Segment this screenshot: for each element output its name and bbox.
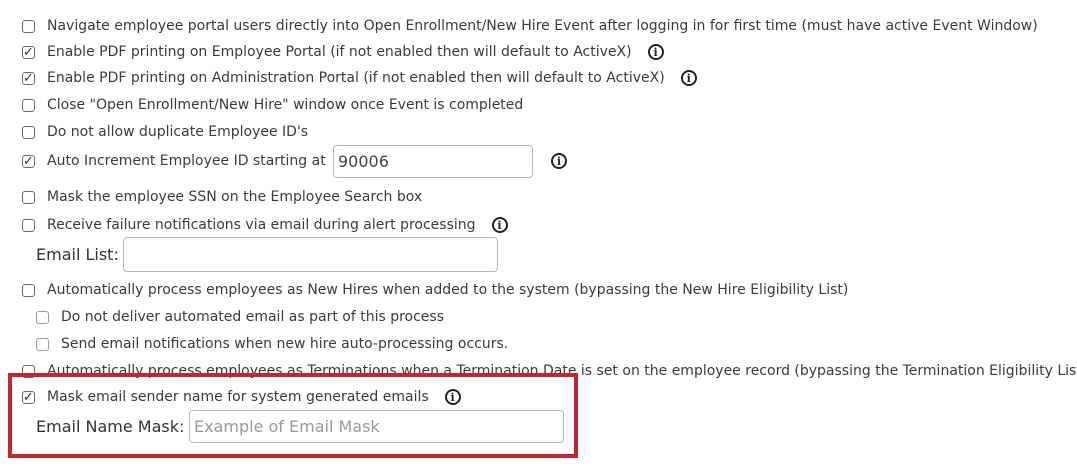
option-label: Navigate employee portal users directly … — [47, 18, 1038, 34]
option-pdf-employee-portal[interactable]: ✓ Enable PDF printing on Employee Portal… — [22, 42, 664, 62]
option-auto-increment-id[interactable]: ✓ Auto Increment Employee ID starting at — [22, 151, 326, 171]
info-icon[interactable]: i — [647, 44, 664, 60]
email-list-input[interactable] — [123, 237, 498, 272]
option-no-duplicate-id[interactable]: Do not allow duplicate Employee ID's — [22, 122, 308, 142]
checkbox[interactable] — [22, 19, 35, 33]
option-mask-email-sender[interactable]: ✓ Mask email sender name for system gene… — [22, 387, 461, 407]
option-failure-notifications[interactable]: Receive failure notifications via email … — [22, 215, 508, 235]
option-label: Do not allow duplicate Employee ID's — [47, 124, 309, 140]
checkbox[interactable] — [22, 218, 35, 232]
checkbox[interactable] — [36, 337, 49, 351]
email-name-mask-label: Email Name Mask: — [36, 417, 185, 436]
option-close-oe-window[interactable]: Close "Open Enrollment/New Hire" window … — [22, 95, 523, 115]
checkbox-checked[interactable]: ✓ — [22, 71, 35, 85]
email-list-label: Email List: — [36, 245, 119, 264]
checkbox[interactable] — [36, 310, 49, 324]
info-icon[interactable]: i — [444, 389, 461, 405]
option-label: Mask email sender name for system genera… — [47, 389, 429, 405]
option-label: Automatically process employees as New H… — [47, 282, 849, 298]
checkbox-checked[interactable]: ✓ — [22, 45, 35, 59]
checkbox[interactable] — [22, 125, 35, 139]
option-send-email-notifications[interactable]: Send email notifications when new hire a… — [36, 334, 508, 354]
option-mask-ssn[interactable]: Mask the employee SSN on the Employee Se… — [22, 187, 422, 207]
option-label: Mask the employee SSN on the Employee Se… — [47, 189, 423, 205]
checkbox[interactable] — [22, 98, 35, 112]
option-no-automated-email[interactable]: Do not deliver automated email as part o… — [36, 307, 444, 327]
option-label: Automatically process employees as Termi… — [47, 363, 1077, 379]
info-icon[interactable]: i — [491, 217, 508, 233]
checkbox-checked[interactable]: ✓ — [22, 390, 35, 404]
checkbox[interactable] — [22, 190, 35, 204]
option-label: Auto Increment Employee ID starting at — [47, 153, 326, 169]
info-icon[interactable]: i — [551, 153, 567, 169]
option-label: Enable PDF printing on Employee Portal (… — [47, 44, 632, 60]
info-icon[interactable]: i — [680, 70, 697, 86]
email-name-mask-input[interactable] — [189, 410, 564, 443]
checkbox-checked[interactable]: ✓ — [22, 154, 35, 168]
option-label: Enable PDF printing on Administration Po… — [47, 70, 665, 86]
option-portal-navigate-oe[interactable]: Navigate employee portal users directly … — [22, 16, 1038, 36]
option-auto-terminations[interactable]: Automatically process employees as Termi… — [22, 361, 1077, 381]
option-label: Receive failure notifications via email … — [47, 217, 476, 233]
checkbox[interactable] — [22, 364, 35, 378]
option-pdf-admin-portal[interactable]: ✓ Enable PDF printing on Administration … — [22, 68, 697, 88]
option-label: Send email notifications when new hire a… — [61, 336, 509, 352]
checkbox[interactable] — [22, 283, 35, 297]
option-auto-new-hires[interactable]: Automatically process employees as New H… — [22, 280, 848, 300]
auto-increment-start-input[interactable] — [333, 145, 533, 178]
option-label: Do not deliver automated email as part o… — [61, 309, 445, 325]
option-label: Close "Open Enrollment/New Hire" window … — [47, 97, 524, 113]
